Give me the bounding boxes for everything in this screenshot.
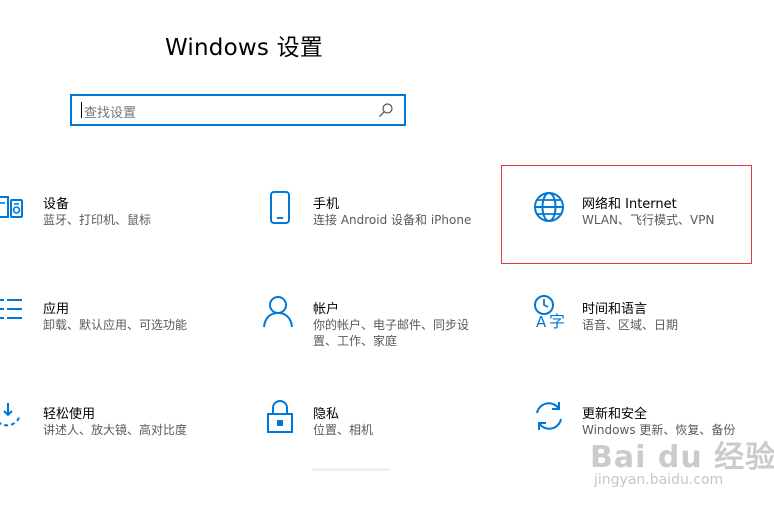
svg-text:A: A (536, 313, 547, 330)
tile-name: 设备 (43, 197, 70, 212)
next-row-tile-edge (312, 468, 390, 471)
tile-desc: 置、工作、家庭 (313, 334, 398, 348)
tile-desc: WLAN、飞行模式、VPN (582, 213, 715, 227)
tile-ease-of-access[interactable]: 轻松使用 讲述人、放大镜、高对比度 (0, 397, 200, 457)
tile-privacy[interactable]: 隐私 位置、相机 (262, 397, 492, 457)
watermark-url: jingyan.baidu.com (594, 472, 724, 488)
tile-network-internet[interactable]: 网络和 Internet WLAN、飞行模式、VPN (530, 187, 745, 247)
tile-accounts[interactable]: 帐户 你的帐户、电子邮件、同步设 置、工作、家庭 (262, 292, 492, 362)
tile-desc: 卸载、默认应用、可选功能 (43, 318, 188, 332)
tile-devices[interactable]: 设备 蓝牙、打印机、鼠标 (0, 187, 200, 247)
tile-desc: 连接 Android 设备和 iPhone (313, 213, 472, 227)
tile-time-language[interactable]: A 字 时间和语言 语音、区域、日期 (530, 292, 745, 352)
tile-name: 应用 (43, 302, 70, 317)
phone-icon (270, 191, 290, 224)
sync-icon (536, 402, 562, 430)
tile-name: 网络和 Internet (582, 197, 677, 212)
search-input[interactable]: 查找设置 (84, 102, 136, 121)
tile-desc: 讲述人、放大镜、高对比度 (43, 423, 188, 437)
time-language-icon: A 字 (534, 295, 565, 330)
globe-icon (534, 192, 564, 222)
tile-name: 更新和安全 (582, 407, 648, 422)
tile-name: 手机 (313, 197, 340, 212)
tile-name: 时间和语言 (582, 302, 648, 317)
tile-desc: 语音、区域、日期 (582, 318, 679, 332)
ease-of-access-icon (0, 403, 21, 427)
svg-text:字: 字 (549, 312, 565, 330)
search-icon[interactable] (378, 102, 394, 118)
tile-desc: 位置、相机 (313, 423, 374, 437)
search-box[interactable]: 查找设置 (70, 94, 406, 126)
tile-desc: 蓝牙、打印机、鼠标 (43, 213, 152, 227)
person-icon (263, 296, 293, 328)
tile-name: 帐户 (313, 302, 340, 317)
page-title: Windows 设置 (165, 35, 323, 61)
watermark-logo: Bai du 经验 (590, 440, 774, 475)
text-caret (81, 102, 82, 118)
tile-phone[interactable]: 手机 连接 Android 设备和 iPhone (262, 187, 492, 247)
apps-list-icon (0, 299, 22, 319)
lock-icon (267, 400, 293, 433)
tile-name: 轻松使用 (43, 407, 96, 422)
tile-desc: 你的帐户、电子邮件、同步设 (313, 318, 470, 332)
devices-icon (0, 196, 23, 218)
tile-apps[interactable]: 应用 卸载、默认应用、可选功能 (0, 292, 200, 352)
tile-name: 隐私 (313, 407, 340, 422)
